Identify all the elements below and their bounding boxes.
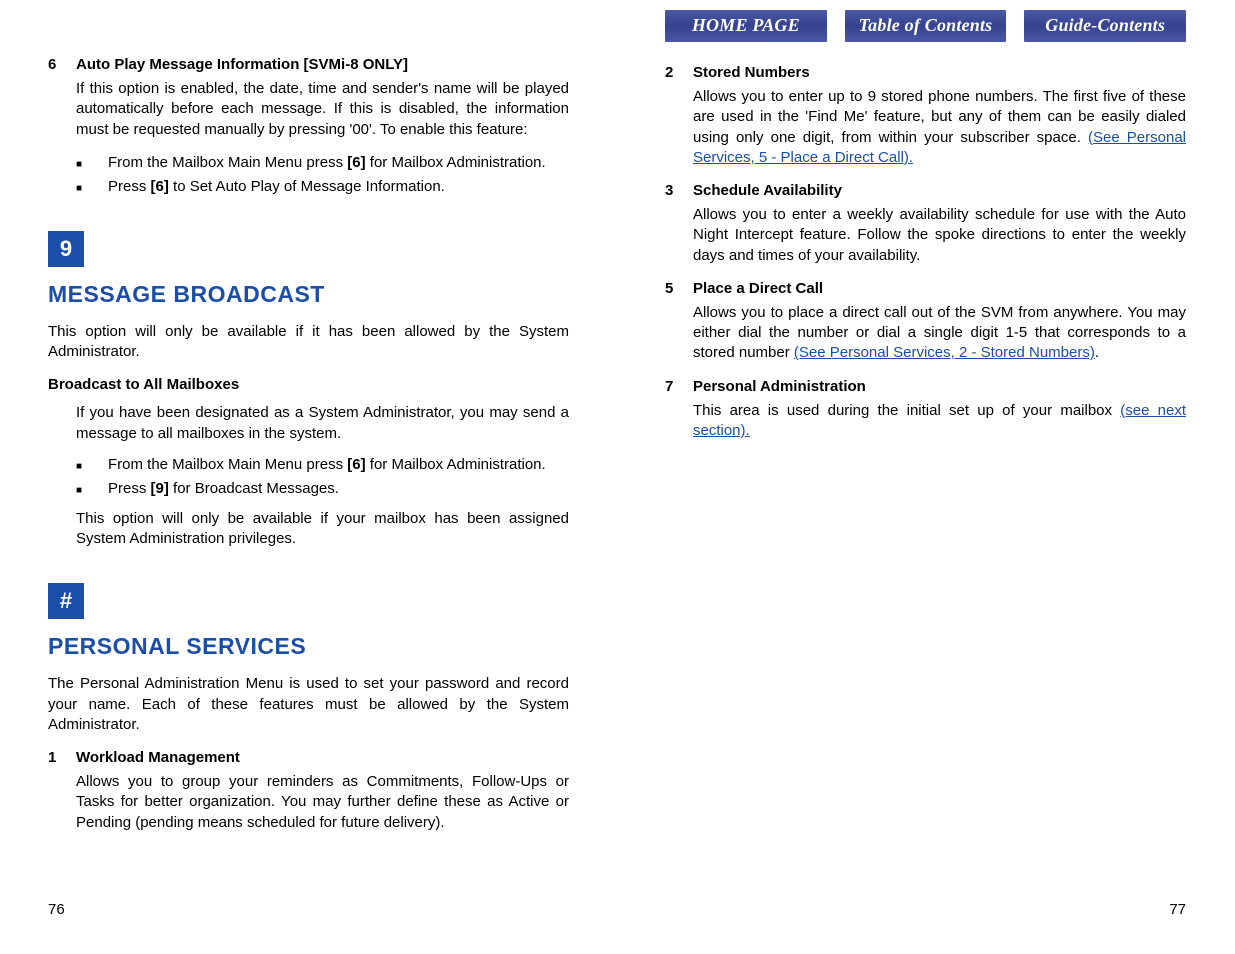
list-item: ■ Press [6] to Set Auto Play of Message … xyxy=(76,176,569,199)
subsection-after: This option will only be available if yo… xyxy=(76,509,569,550)
bullet-text: for Mailbox Administration. xyxy=(366,154,546,171)
section-key-9: 9 xyxy=(48,231,84,267)
item-body: If this option is enabled, the date, tim… xyxy=(76,79,569,140)
item-body: This area is used during the initial set… xyxy=(693,401,1186,442)
item-number: 1 xyxy=(48,749,76,833)
section-body: This option will only be available if it… xyxy=(48,322,569,363)
page-number: 76 xyxy=(48,901,65,918)
key-ref: [6] xyxy=(347,154,365,171)
section-key-hash: # xyxy=(48,583,84,619)
item-1: 1 Workload Management Allows you to grou… xyxy=(48,749,569,833)
home-page-button[interactable]: HOME PAGE xyxy=(665,10,827,42)
item-7: 7 Personal Administration This area is u… xyxy=(665,378,1186,442)
item-body: Allows you to place a direct call out of… xyxy=(693,303,1186,364)
section-heading-personal-services: PERSONAL SERVICES xyxy=(48,633,569,660)
item-body: Allows you to enter up to 9 stored phone… xyxy=(693,87,1186,168)
item-number: 2 xyxy=(665,64,693,168)
section-heading-broadcast: MESSAGE BROADCAST xyxy=(48,281,569,308)
subsection-title: Broadcast to All Mailboxes xyxy=(48,376,569,393)
subsection-body: If you have been designated as a System … xyxy=(76,403,569,444)
list-item: ■ Press [9] for Broadcast Messages. xyxy=(76,478,569,501)
bullet-text: From the Mailbox Main Menu press xyxy=(108,456,347,473)
item-number: 7 xyxy=(665,378,693,442)
item-number: 6 xyxy=(48,56,76,140)
bullet-list: ■ From the Mailbox Main Menu press [6] f… xyxy=(76,454,569,501)
item-title: Stored Numbers xyxy=(693,64,1186,81)
table-of-contents-button[interactable]: Table of Contents xyxy=(845,10,1007,42)
item-title: Auto Play Message Information [SVMi-8 ON… xyxy=(76,56,569,73)
key-ref: [6] xyxy=(347,456,365,473)
bullet-text: Press xyxy=(108,480,151,497)
bullet-text: From the Mailbox Main Menu press xyxy=(108,154,347,171)
bullet-text: for Mailbox Administration. xyxy=(366,456,546,473)
item-title: Place a Direct Call xyxy=(693,280,1186,297)
square-bullet-icon: ■ xyxy=(76,176,108,199)
item-number: 5 xyxy=(665,280,693,364)
body-text: This area is used during the initial set… xyxy=(693,402,1120,419)
guide-contents-button[interactable]: Guide-Contents xyxy=(1024,10,1186,42)
square-bullet-icon: ■ xyxy=(76,478,108,501)
list-item: ■ From the Mailbox Main Menu press [6] f… xyxy=(76,152,569,175)
key-ref: [9] xyxy=(151,480,169,497)
key-ref: [6] xyxy=(151,178,169,195)
section-body: The Personal Administration Menu is used… xyxy=(48,674,569,735)
square-bullet-icon: ■ xyxy=(76,152,108,175)
item-5: 5 Place a Direct Call Allows you to plac… xyxy=(665,280,1186,364)
bullet-text: to Set Auto Play of Message Information. xyxy=(169,178,445,195)
item-title: Schedule Availability xyxy=(693,182,1186,199)
item-3: 3 Schedule Availability Allows you to en… xyxy=(665,182,1186,266)
item-number: 3 xyxy=(665,182,693,266)
page-left: 6 Auto Play Message Information [SVMi-8 … xyxy=(0,0,617,954)
bullet-text: for Broadcast Messages. xyxy=(169,480,339,497)
nav-bar: HOME PAGE Table of Contents Guide-Conten… xyxy=(665,10,1186,42)
body-text: . xyxy=(1095,344,1099,361)
item-2: 2 Stored Numbers Allows you to enter up … xyxy=(665,64,1186,168)
item-title: Workload Management xyxy=(76,749,569,766)
bullet-text: Press xyxy=(108,178,151,195)
item-body: Allows you to group your reminders as Co… xyxy=(76,772,569,833)
list-item: ■ From the Mailbox Main Menu press [6] f… xyxy=(76,454,569,477)
square-bullet-icon: ■ xyxy=(76,454,108,477)
item-title: Personal Administration xyxy=(693,378,1186,395)
page-number: 77 xyxy=(1169,901,1186,918)
page-right: HOME PAGE Table of Contents Guide-Conten… xyxy=(617,0,1234,954)
bullet-list: ■ From the Mailbox Main Menu press [6] f… xyxy=(76,152,569,199)
cross-ref-link[interactable]: (See Personal Services, 2 - Stored Numbe… xyxy=(794,344,1095,361)
item-body: Allows you to enter a weekly availabilit… xyxy=(693,205,1186,266)
item-6: 6 Auto Play Message Information [SVMi-8 … xyxy=(48,56,569,140)
